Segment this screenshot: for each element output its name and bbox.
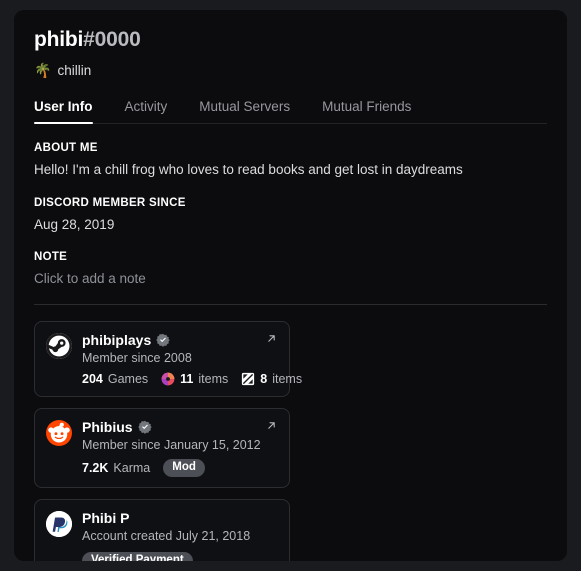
stat-item: 11 items xyxy=(161,372,228,386)
steam-glyph xyxy=(46,332,72,359)
reddit-glyph xyxy=(48,422,70,443)
stat-value: 204 xyxy=(82,371,103,386)
stat-label: items xyxy=(198,371,229,386)
member-since-title: DISCORD MEMBER SINCE xyxy=(34,196,186,209)
paypal-glyph xyxy=(46,510,72,537)
dota-icon xyxy=(242,372,255,385)
user-discriminator: #0000 xyxy=(83,28,141,51)
tab-mutual-servers[interactable]: Mutual Servers xyxy=(199,99,290,123)
paypal-logo-icon xyxy=(46,510,72,537)
connection-name-row: Phibi P xyxy=(82,510,278,527)
external-link-icon xyxy=(268,421,275,429)
steam-logo-icon xyxy=(46,332,72,359)
connections-list: phibiplays Member since 2008 204 Games 11 ite… xyxy=(34,320,547,561)
connection-name-row: phibiplays xyxy=(82,332,278,349)
stat-item: 204 Games xyxy=(82,372,148,386)
tf2-icon xyxy=(161,372,175,386)
connection-username: Phibius xyxy=(82,419,133,436)
verified-badge-icon xyxy=(137,420,152,434)
section-divider xyxy=(34,303,547,305)
tab-activity[interactable]: Activity xyxy=(125,99,168,123)
connection-stats: 204 Games 11 items 8 items xyxy=(82,372,302,386)
section-note: NOTE Click to add a note xyxy=(34,251,547,288)
tab-mutual-friends[interactable]: Mutual Friends xyxy=(322,99,411,123)
external-link-icon xyxy=(268,334,275,342)
member-since-date: Aug 28, 2019 xyxy=(34,216,115,232)
username-row: phibi#0000 xyxy=(34,10,547,52)
custom-status: 🌴 chillin xyxy=(34,61,547,79)
connection-stats: 7.2K Karma Mod xyxy=(82,458,278,477)
connection-subtitle: Account created July 21, 2018 xyxy=(82,528,251,543)
connection-username: Phibi P xyxy=(82,510,130,527)
status-badge: Verified Payment xyxy=(82,551,193,561)
stat-label: Karma xyxy=(113,460,151,475)
connection-subtitle: Member since 2008 xyxy=(82,350,192,365)
stat-item: 7.2K Karma xyxy=(82,461,150,475)
about-me-title: ABOUT ME xyxy=(34,142,98,154)
status-badge: Mod xyxy=(163,458,205,477)
profile-tabs: User Info Activity Mutual Servers Mutual Fr… xyxy=(34,99,547,124)
stat-value: 11 xyxy=(180,371,194,386)
connection-card-body: Phibius Member since January 15, 2012 7.2K… xyxy=(82,419,278,477)
user-profile-panel: phibi#0000 🌴 chillin User Info Activity Mu… xyxy=(14,10,567,561)
stat-value: 8 xyxy=(260,371,268,386)
verified-badge-icon xyxy=(156,333,171,347)
about-me-text: Hello! I'm a chill frog who loves to rea… xyxy=(34,162,463,177)
stat-label: items xyxy=(272,371,303,386)
connection-subtitle: Member since January 15, 2012 xyxy=(82,437,261,452)
connection-card-body: phibiplays Member since 2008 204 Games 11 ite… xyxy=(82,332,302,386)
badge-row: Verified Payment xyxy=(82,550,278,561)
reddit-logo-icon xyxy=(46,419,72,446)
palm-tree-icon: 🌴 xyxy=(34,62,52,78)
connection-card-reddit[interactable]: Phibius Member since January 15, 2012 7.2K… xyxy=(34,407,290,488)
section-about-me: ABOUT ME Hello! I'm a chill frog who lov… xyxy=(34,142,547,179)
tab-user-info[interactable]: User Info xyxy=(34,99,93,124)
connection-card-steam[interactable]: phibiplays Member since 2008 204 Games 11 ite… xyxy=(34,320,302,397)
connection-username: phibiplays xyxy=(82,332,152,349)
stat-label: Games xyxy=(107,371,149,386)
note-title: NOTE xyxy=(34,251,68,264)
stat-item: 8 items xyxy=(241,372,302,386)
connection-card-body: Phibi P Account created July 21, 2018 Veri… xyxy=(82,510,278,561)
stat-value: 7.2K xyxy=(82,460,109,475)
custom-status-text: chillin xyxy=(57,62,92,78)
connection-name-row: Phibius xyxy=(82,419,278,436)
note-input[interactable]: Click to add a note xyxy=(34,270,547,288)
section-member-since: DISCORD MEMBER SINCE Aug 28, 2019 xyxy=(34,197,547,234)
connection-card-paypal[interactable]: Phibi P Account created July 21, 2018 Veri… xyxy=(34,498,290,561)
username: phibi xyxy=(34,28,84,51)
